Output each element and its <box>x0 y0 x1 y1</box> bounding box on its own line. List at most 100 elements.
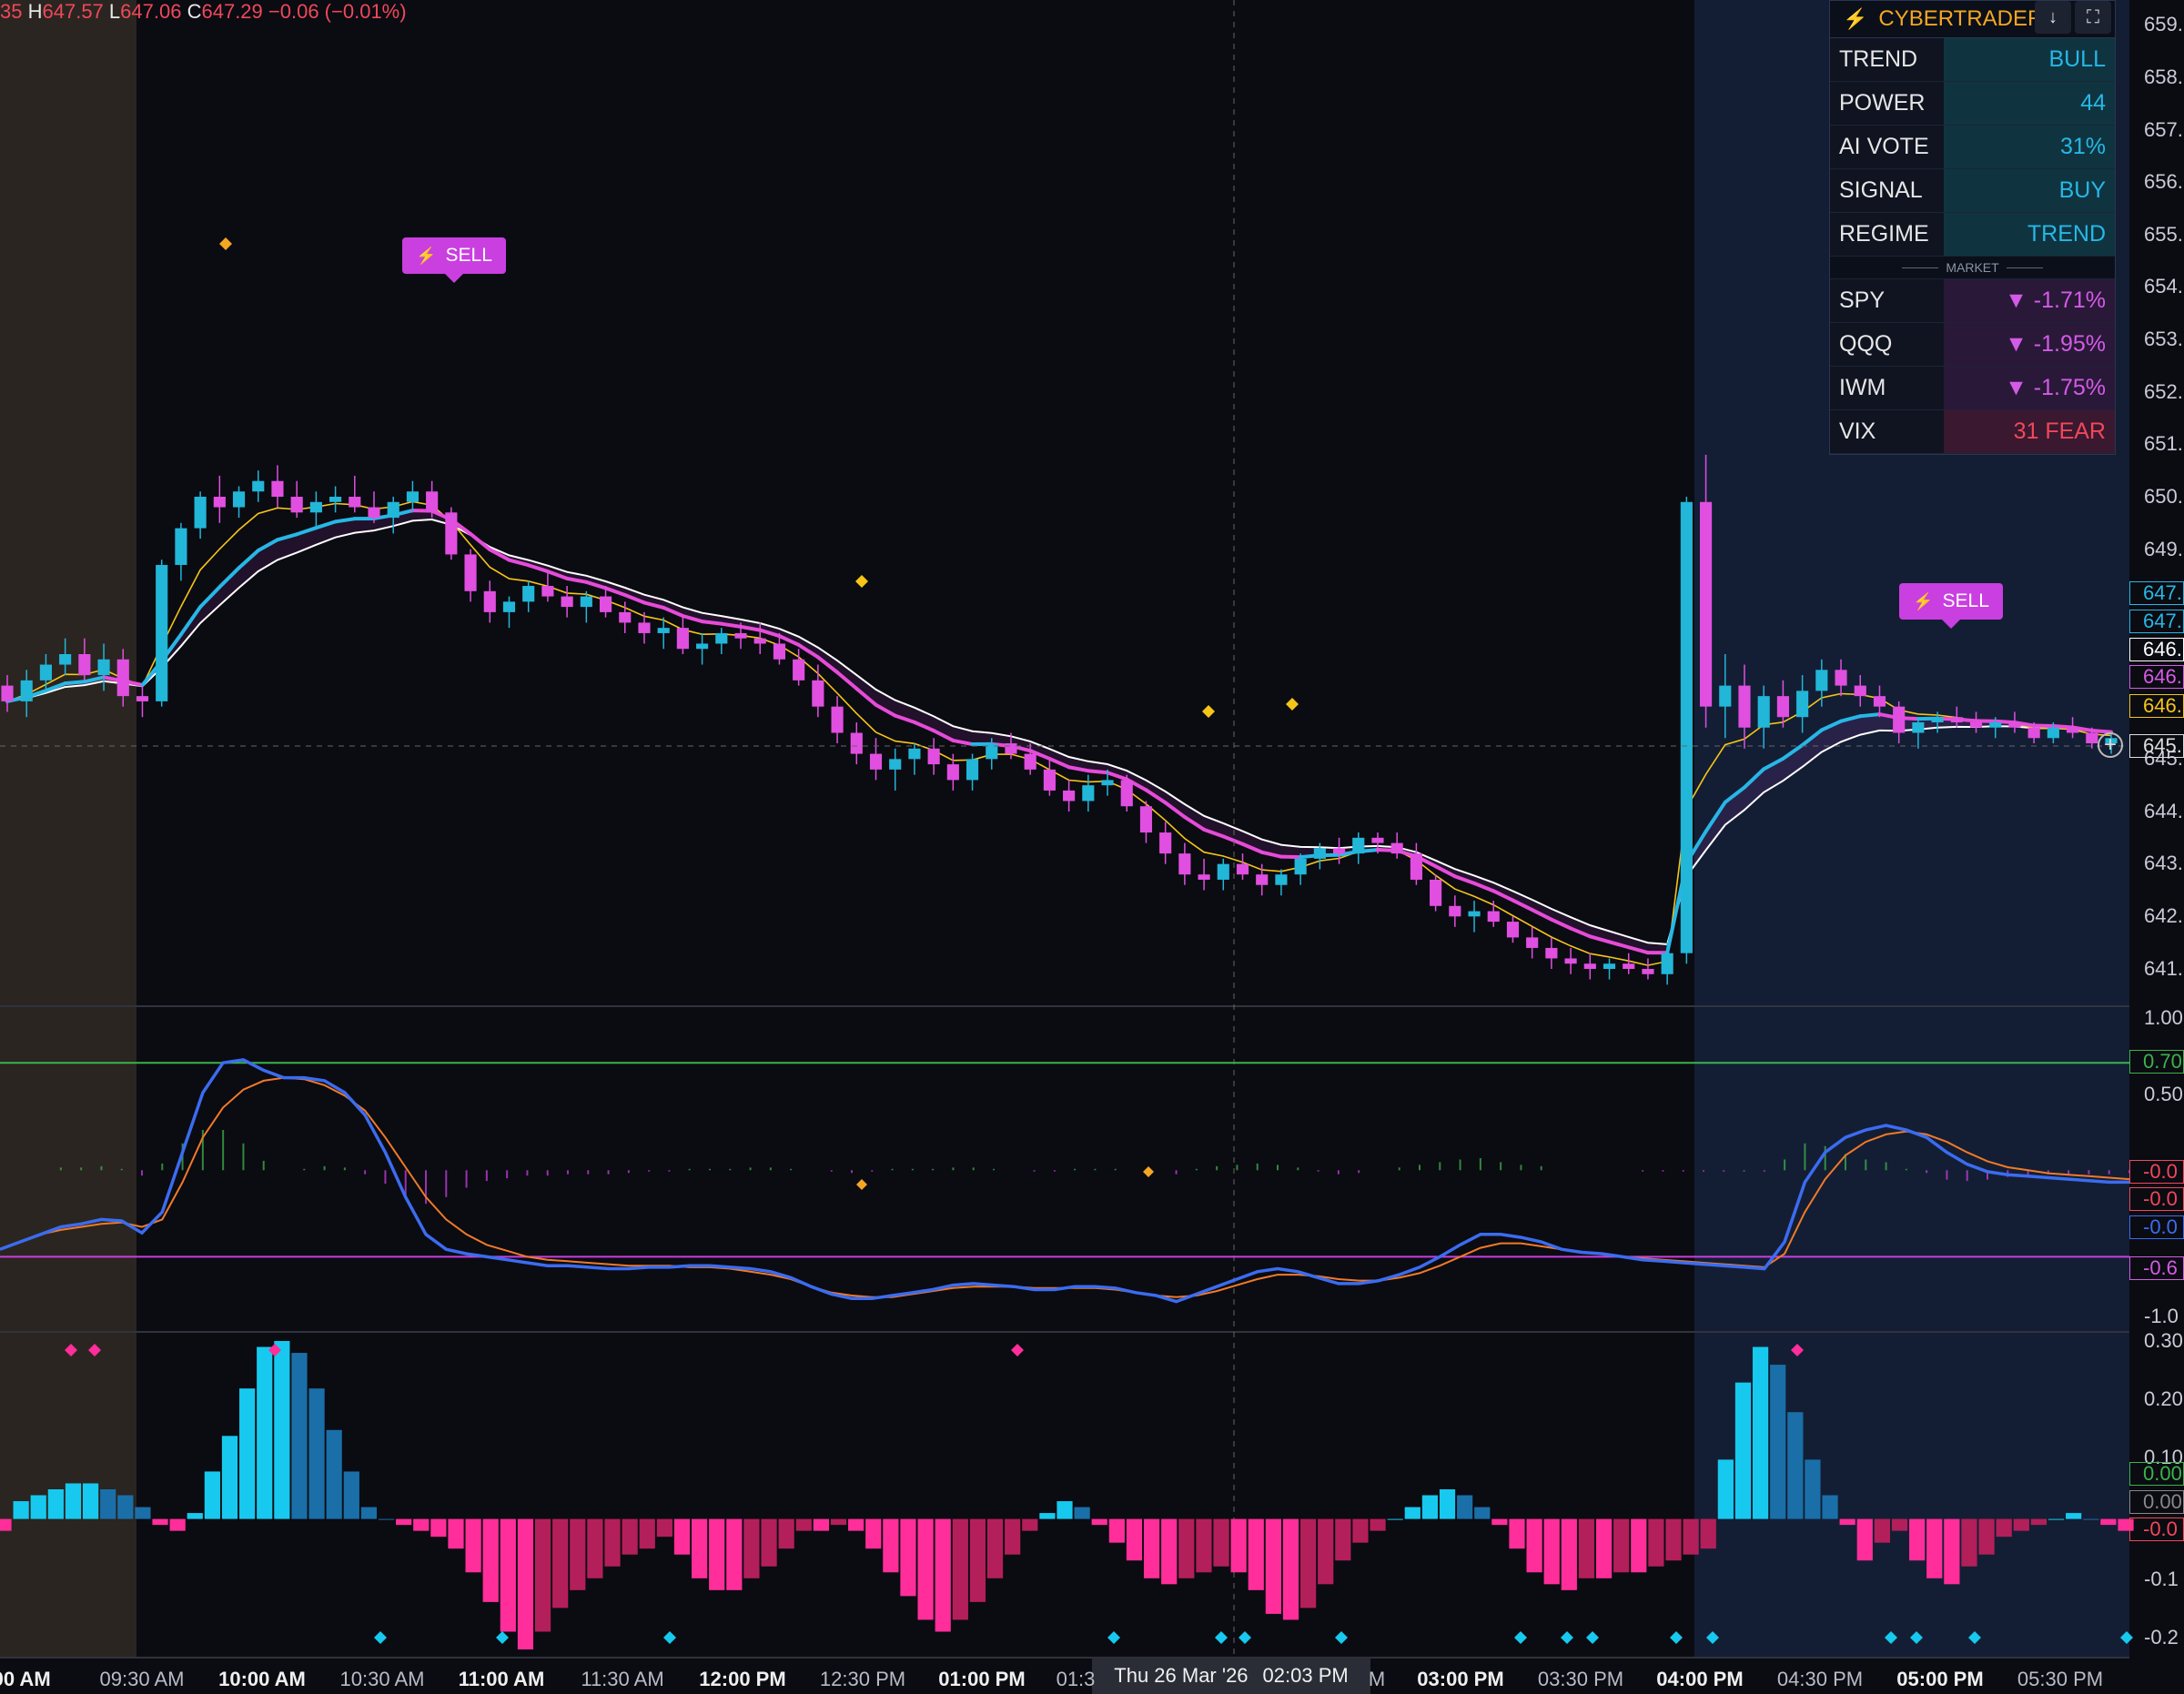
sell-signal-tag[interactable]: ⚡ SELL <box>1899 583 2003 629</box>
price-axis-label: 657. <box>2144 118 2183 141</box>
time-axis-label: 11:00 AM <box>458 1668 545 1690</box>
premarket-shade <box>0 0 136 1658</box>
histogram-bar <box>848 1518 864 1531</box>
histogram-bar <box>1526 1518 1542 1573</box>
candle-body <box>1120 780 1133 807</box>
histogram-bar <box>1856 1518 1873 1561</box>
panel-row-label: POWER <box>1830 82 1944 125</box>
histogram-bar <box>239 1388 256 1519</box>
histogram-marker: -0.0 <box>2129 1518 2184 1541</box>
price-axis-label: 652. <box>2144 380 2183 403</box>
histogram-bar <box>1787 1412 1804 1519</box>
add-crosshair-icon[interactable]: + <box>2098 732 2123 758</box>
candle-body <box>1294 858 1307 875</box>
panel-row-label: SPY <box>1830 279 1944 322</box>
histogram-axis-label: -0.1 <box>2144 1568 2179 1590</box>
candle-body <box>252 480 265 492</box>
histogram-marker: 0.00 <box>2129 1462 2184 1486</box>
time-axis-label: 10:00 AM <box>218 1668 306 1690</box>
histogram-bar <box>952 1518 968 1620</box>
fullscreen-icon[interactable]: ⛶ <box>2075 1 2111 34</box>
histogram-bar <box>604 1518 621 1567</box>
histogram-bar <box>1648 1518 1664 1567</box>
candle-body <box>1912 721 1925 733</box>
price-axis-label: 644. <box>2144 800 2183 822</box>
histogram-bar <box>482 1518 499 1602</box>
candle-body <box>1564 958 1577 964</box>
panel-row-label: AI VOTE <box>1830 126 1944 168</box>
candle-body <box>734 632 747 639</box>
candle-body <box>619 611 632 623</box>
candle-body <box>1468 911 1481 917</box>
time-axis-label: 12:00 PM <box>699 1668 786 1690</box>
panel-row-qqq: QQQ ▼ -1.95% <box>1830 323 2115 367</box>
candle-body <box>1950 717 1963 722</box>
trend-line-segment <box>1858 712 1882 719</box>
sell-signal-tag[interactable]: ⚡ SELL <box>402 237 506 283</box>
price-marker: 645. <box>2129 734 2184 758</box>
histogram-bar <box>117 1495 134 1519</box>
histogram-bar <box>448 1518 464 1549</box>
histogram-bar <box>1126 1518 1143 1561</box>
candle-body <box>2067 727 2079 733</box>
candle-body <box>483 590 496 612</box>
time-axis-label: M <box>1368 1668 1386 1690</box>
histogram-bar <box>570 1518 586 1590</box>
candle-body <box>1680 501 1693 953</box>
trend-line-segment <box>700 620 723 626</box>
arrow-down-icon[interactable]: ↓ <box>2035 1 2071 34</box>
histogram-bar <box>291 1353 308 1519</box>
candle-body <box>773 643 786 660</box>
histogram-bar <box>465 1518 481 1573</box>
histogram-bar <box>1039 1513 1056 1519</box>
histogram-bar <box>778 1518 794 1549</box>
histogram-axis-label: -0.2 <box>2144 1626 2179 1649</box>
histogram-bar <box>813 1518 829 1531</box>
histogram-bar <box>917 1518 934 1620</box>
histogram-bar <box>1665 1518 1682 1561</box>
oscillator-axis-label: -1.0 <box>2144 1305 2179 1327</box>
price-axis-label: 642. <box>2144 904 2183 927</box>
histogram-bar <box>1196 1518 1212 1573</box>
candle-body <box>638 622 651 633</box>
panel-row-spy: SPY ▼ -1.71% <box>1830 279 2115 323</box>
histogram-bar <box>969 1518 986 1602</box>
panel-row-value: ▼ -1.95% <box>1944 323 2115 366</box>
histogram-bar <box>639 1518 655 1549</box>
candle-body <box>1139 806 1153 833</box>
histogram-bar <box>900 1518 916 1597</box>
candle-body <box>2047 727 2059 739</box>
candle-body <box>1757 696 1770 728</box>
histogram-bar <box>1265 1518 1281 1614</box>
price-axis-label: 655. <box>2144 223 2183 246</box>
panel-title: CYBERTRADER <box>1878 6 2044 31</box>
price-marker: 647. <box>2129 610 2184 633</box>
panel-row-label: REGIME <box>1830 213 1944 256</box>
histogram-bar <box>1683 1518 1699 1555</box>
histogram-bar <box>308 1388 325 1519</box>
candle-body <box>464 554 477 591</box>
histogram-bar <box>82 1483 99 1519</box>
candle-body <box>1082 785 1095 802</box>
histogram-bar <box>622 1518 638 1555</box>
histogram-bar <box>1352 1518 1369 1543</box>
histogram-bar <box>204 1471 220 1519</box>
candle-body <box>793 659 805 681</box>
candle-body <box>97 659 110 676</box>
candle-body <box>1893 706 1906 733</box>
price-axis-label: 643. <box>2144 852 2183 874</box>
candle-body <box>1835 670 1847 686</box>
price-axis-label: 653. <box>2144 328 2183 350</box>
histogram-bar <box>2083 1518 2099 1520</box>
candle-body <box>1738 685 1751 728</box>
panel-row-label: TREND <box>1830 38 1944 81</box>
candle-body <box>1854 685 1866 697</box>
histogram-bar <box>691 1518 708 1578</box>
candle-body <box>541 586 554 597</box>
price-axis-label: 656. <box>2144 170 2183 193</box>
histogram-bar <box>1822 1495 1838 1519</box>
histogram-bar <box>1057 1501 1073 1519</box>
candle-body <box>1623 963 1635 969</box>
histogram-bar <box>221 1436 238 1519</box>
histogram-bar <box>343 1471 359 1519</box>
